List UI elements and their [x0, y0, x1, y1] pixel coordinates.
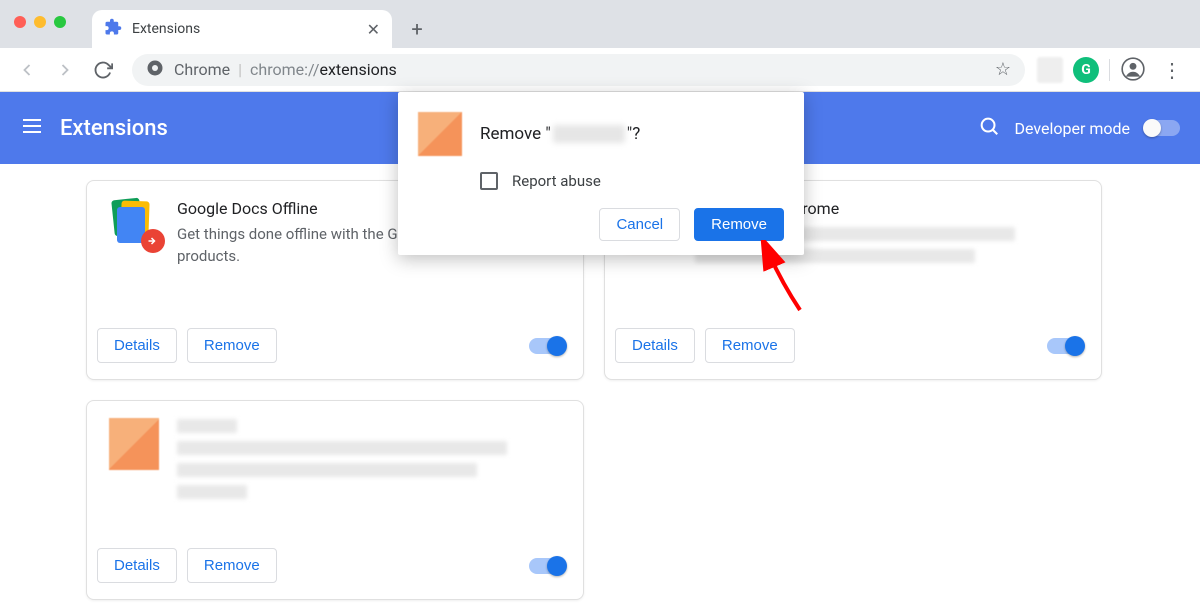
- dialog-title-suffix: "?: [627, 124, 640, 144]
- close-tab-icon[interactable]: ✕: [367, 20, 380, 39]
- dialog-title-prefix: Remove ": [480, 124, 551, 144]
- forward-button[interactable]: [48, 53, 82, 87]
- report-abuse-label: Report abuse: [512, 172, 601, 190]
- dialog-extension-name-blurred: [553, 125, 625, 143]
- remove-button[interactable]: Remove: [187, 548, 277, 583]
- extension-icon-blurred: [109, 419, 159, 469]
- reload-button[interactable]: [86, 53, 120, 87]
- extension-shortcut-icon[interactable]: [1037, 57, 1063, 83]
- window-controls: [14, 16, 66, 28]
- details-button[interactable]: Details: [97, 328, 177, 363]
- url-scheme: Chrome: [174, 60, 230, 79]
- tab-title: Extensions: [132, 21, 367, 37]
- extension-enabled-toggle[interactable]: [529, 558, 565, 574]
- toolbar-separator: [1109, 59, 1110, 81]
- back-button[interactable]: [10, 53, 44, 87]
- remove-button[interactable]: Remove: [187, 328, 277, 363]
- report-abuse-checkbox[interactable]: [480, 172, 498, 190]
- browser-toolbar: Chrome | chrome://extensions ☆ G ⋮: [0, 48, 1200, 92]
- url-prefix: chrome://: [250, 60, 319, 79]
- profile-icon[interactable]: [1120, 56, 1148, 84]
- browser-tab[interactable]: Extensions ✕: [92, 10, 392, 48]
- dialog-extension-icon: [418, 112, 462, 156]
- minimize-window-button[interactable]: [34, 16, 46, 28]
- bookmark-star-icon[interactable]: ☆: [995, 59, 1011, 80]
- toolbar-right: G ⋮: [1037, 56, 1190, 84]
- new-tab-button[interactable]: +: [402, 14, 432, 44]
- close-window-button[interactable]: [14, 16, 26, 28]
- dialog-title: Remove " "?: [480, 124, 640, 144]
- details-button[interactable]: Details: [97, 548, 177, 583]
- url-path: extensions: [319, 60, 396, 79]
- remove-extension-dialog: Remove " "? Report abuse Cancel Remove: [398, 92, 804, 255]
- address-bar[interactable]: Chrome | chrome://extensions ☆: [132, 54, 1025, 86]
- url-separator: |: [238, 60, 242, 79]
- menu-icon[interactable]: ⋮: [1158, 58, 1186, 82]
- dialog-remove-button[interactable]: Remove: [694, 208, 784, 241]
- window-title-bar: Extensions ✕ +: [0, 0, 1200, 48]
- hamburger-menu-icon[interactable]: [20, 114, 44, 142]
- extension-enabled-toggle[interactable]: [1047, 338, 1083, 354]
- remove-button[interactable]: Remove: [705, 328, 795, 363]
- extension-card: Details Remove: [86, 400, 584, 600]
- search-icon[interactable]: [978, 115, 1000, 141]
- dialog-cancel-button[interactable]: Cancel: [599, 208, 680, 241]
- developer-mode-toggle[interactable]: [1144, 120, 1180, 136]
- grammarly-extension-icon[interactable]: G: [1073, 57, 1099, 83]
- extension-puzzle-icon: [104, 18, 122, 40]
- maximize-window-button[interactable]: [54, 16, 66, 28]
- google-docs-offline-icon: [109, 199, 159, 249]
- developer-mode-label: Developer mode: [1014, 119, 1130, 138]
- extension-enabled-toggle[interactable]: [529, 338, 565, 354]
- chrome-icon: [146, 59, 164, 81]
- details-button[interactable]: Details: [615, 328, 695, 363]
